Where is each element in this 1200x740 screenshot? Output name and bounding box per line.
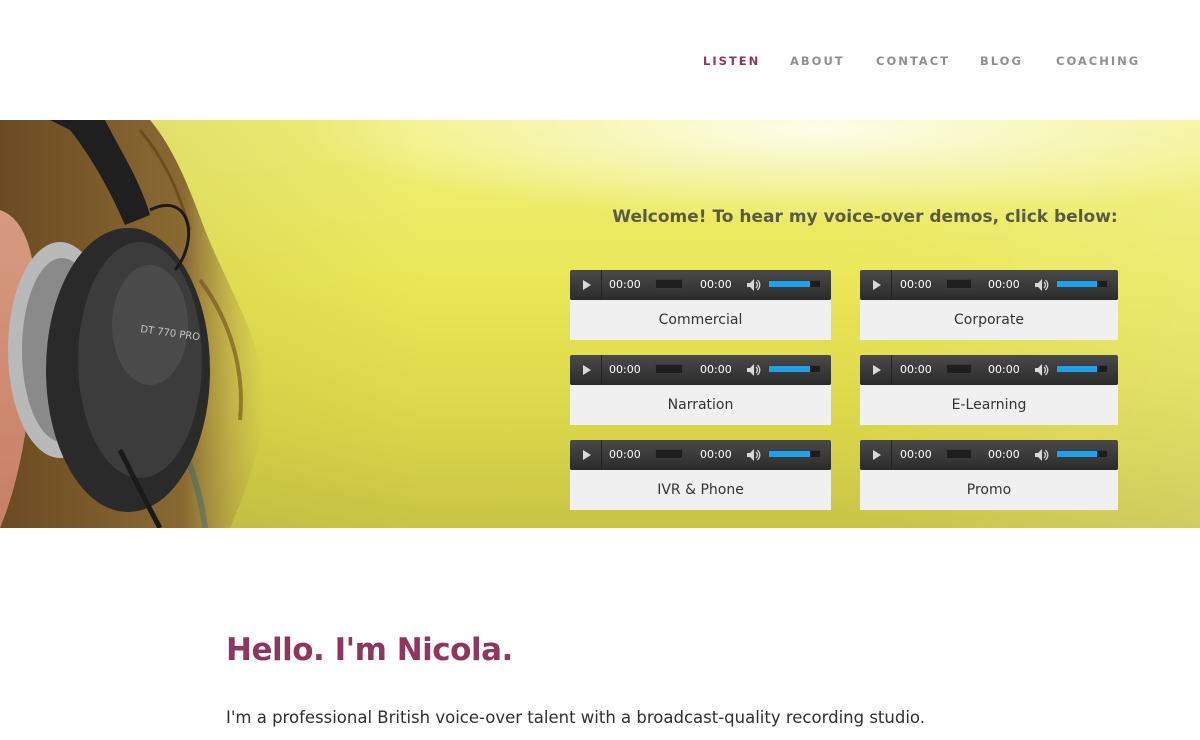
play-icon[interactable] [860, 440, 892, 470]
audio-controls: 00:00 00:00 [570, 355, 831, 385]
volume-level [1057, 366, 1097, 372]
play-icon[interactable] [570, 270, 602, 300]
demo-label: Commercial [570, 300, 831, 340]
play-icon[interactable] [860, 355, 892, 385]
volume-level [769, 366, 810, 372]
play-icon[interactable] [860, 270, 892, 300]
volume-slider[interactable] [1056, 280, 1108, 288]
nav-link-blog[interactable]: BLOG [980, 54, 1023, 68]
nav-link-about[interactable]: ABOUT [790, 54, 845, 68]
seek-bar[interactable] [946, 279, 972, 289]
volume-icon[interactable] [746, 363, 762, 377]
seek-bar[interactable] [946, 449, 972, 459]
audio-player-corporate: 00:00 00:00 Corporate [860, 270, 1118, 340]
volume-icon[interactable] [1034, 363, 1050, 377]
hero-banner: DT 770 PRO Welcome! To hear my voice-ove… [0, 120, 1200, 528]
audio-controls: 00:00 00:00 [860, 270, 1118, 300]
current-time: 00:00 [609, 278, 641, 291]
duration: 00:00 [700, 363, 732, 376]
volume-icon[interactable] [1034, 278, 1050, 292]
volume-slider[interactable] [1056, 365, 1108, 373]
duration: 00:00 [988, 278, 1020, 291]
intro-paragraph: I'm a professional British voice-over ta… [226, 708, 925, 727]
headphones-photo: DT 770 PRO [0, 120, 265, 528]
duration: 00:00 [988, 448, 1020, 461]
current-time: 00:00 [609, 363, 641, 376]
audio-controls: 00:00 00:00 [570, 270, 831, 300]
seek-bar[interactable] [946, 364, 972, 374]
demo-label: IVR & Phone [570, 470, 831, 510]
demo-label: Corporate [860, 300, 1118, 340]
seek-bar[interactable] [655, 279, 683, 289]
seek-bar[interactable] [655, 449, 683, 459]
audio-player-promo: 00:00 00:00 Promo [860, 440, 1118, 510]
audio-controls: 00:00 00:00 [860, 440, 1118, 470]
seek-bar[interactable] [655, 364, 683, 374]
volume-slider[interactable] [768, 450, 821, 458]
volume-icon[interactable] [746, 448, 762, 462]
duration: 00:00 [700, 448, 732, 461]
current-time: 00:00 [900, 278, 932, 291]
demo-label: E-Learning [860, 385, 1118, 425]
audio-player-narration: 00:00 00:00 Narration [570, 355, 831, 425]
volume-slider[interactable] [768, 365, 821, 373]
play-icon[interactable] [570, 440, 602, 470]
play-icon[interactable] [570, 355, 602, 385]
current-time: 00:00 [900, 448, 932, 461]
nav-link-listen[interactable]: LISTEN [703, 54, 760, 68]
audio-controls: 00:00 00:00 [860, 355, 1118, 385]
volume-level [769, 451, 810, 457]
volume-level [769, 281, 810, 287]
volume-level [1057, 451, 1097, 457]
volume-slider[interactable] [1056, 450, 1108, 458]
audio-controls: 00:00 00:00 [570, 440, 831, 470]
top-nav: LISTEN ABOUT CONTACT BLOG COACHING [0, 0, 1200, 120]
audio-player-e-learning: 00:00 00:00 E-Learning [860, 355, 1118, 425]
volume-icon[interactable] [746, 278, 762, 292]
demo-label: Promo [860, 470, 1118, 510]
volume-icon[interactable] [1034, 448, 1050, 462]
duration: 00:00 [700, 278, 732, 291]
welcome-text: Welcome! To hear my voice-over demos, cl… [612, 207, 1118, 227]
audio-player-commercial: 00:00 00:00 Commercial [570, 270, 831, 340]
volume-level [1057, 281, 1097, 287]
demo-label: Narration [570, 385, 831, 425]
audio-player-ivr-phone: 00:00 00:00 IVR & Phone [570, 440, 831, 510]
current-time: 00:00 [900, 363, 932, 376]
duration: 00:00 [988, 363, 1020, 376]
nav-link-coaching[interactable]: COACHING [1056, 54, 1140, 68]
nav-link-contact[interactable]: CONTACT [876, 54, 950, 68]
current-time: 00:00 [609, 448, 641, 461]
page-heading: Hello. I'm Nicola. [226, 632, 513, 668]
volume-slider[interactable] [768, 280, 821, 288]
